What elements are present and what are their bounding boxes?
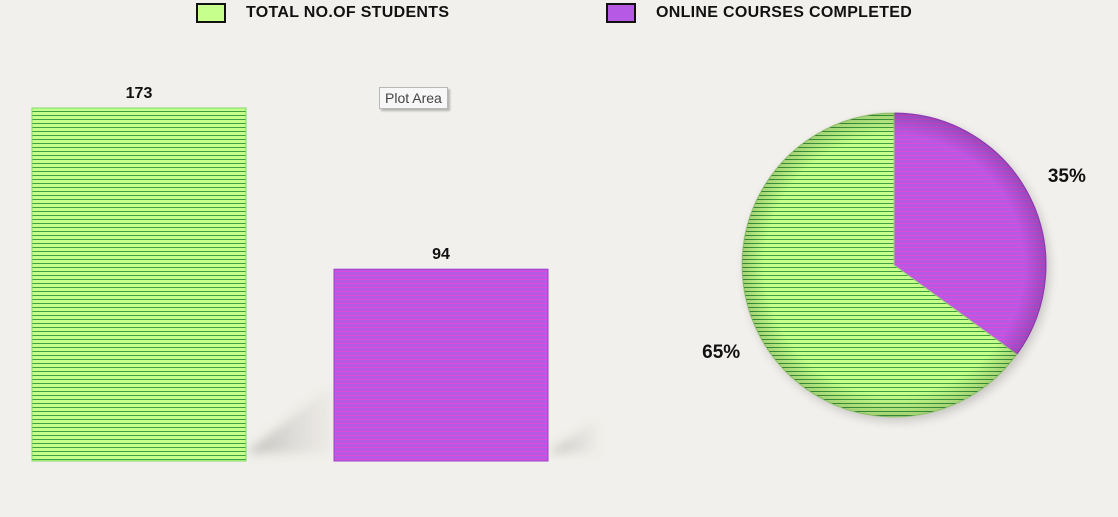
bar-total-students[interactable] [31, 107, 247, 462]
pie-slice-total-students-label: 65% [702, 342, 740, 363]
bar-chart: 173 94 [31, 85, 598, 462]
pie-chart: 65% 35% [702, 112, 1086, 421]
bar-total-students-data-label: 173 [126, 85, 153, 102]
pie-slice-online-courses-label: 35% [1048, 166, 1086, 187]
bar-online-courses-shadow [548, 418, 598, 453]
plot-area-tooltip: Plot Area [379, 87, 448, 109]
bar-online-courses[interactable] [333, 268, 549, 462]
pie-bevel [742, 113, 1046, 417]
bar-online-courses-data-label: 94 [432, 246, 450, 263]
chart-canvas: 173 94 65% 35% [31, 85, 1086, 462]
bar-total-students-shadow [246, 383, 334, 453]
